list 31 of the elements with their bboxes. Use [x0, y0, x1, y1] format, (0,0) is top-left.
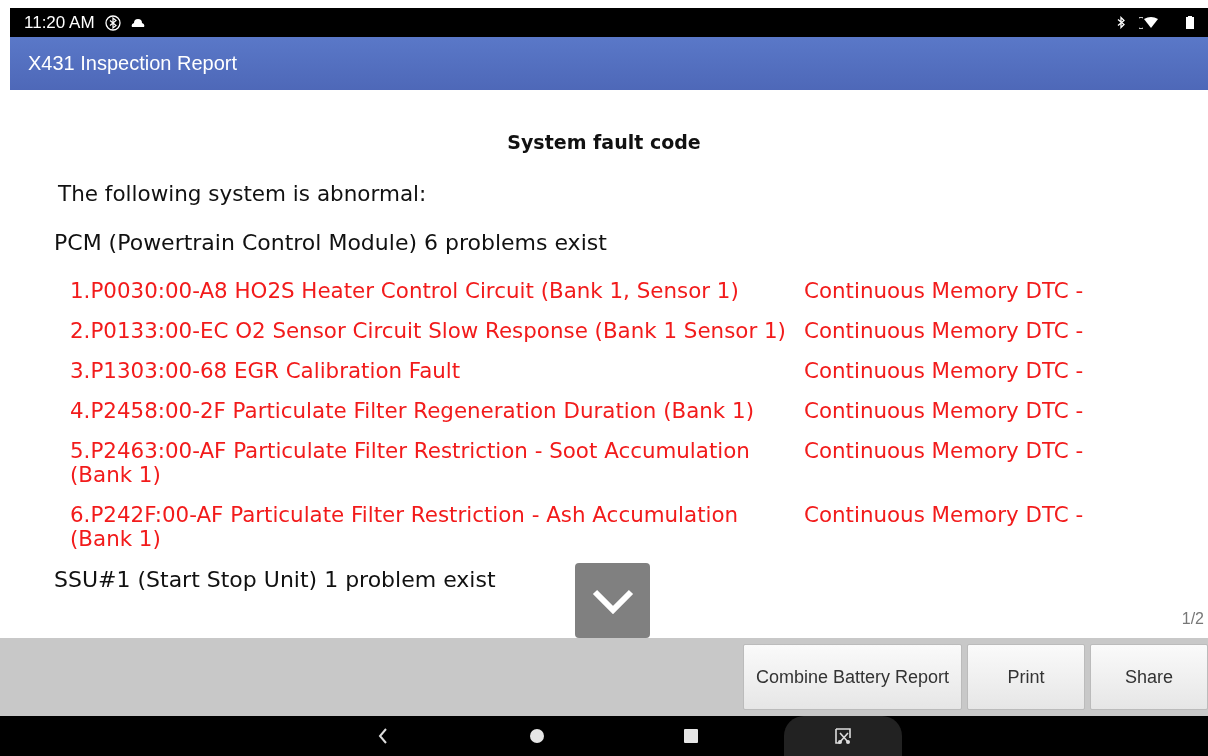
- bluetooth-icon: [104, 14, 121, 31]
- report-heading: System fault code: [507, 131, 701, 153]
- fault-code: 2.P0133:00-EC O2 Sensor Circuit Slow Response (Bank 1 Sensor 1): [70, 319, 787, 343]
- toolbar-button[interactable]: Print: [967, 644, 1085, 710]
- fault-status: Continuous Memory DTC -: [804, 439, 1085, 465]
- page-indicator: 1/2: [1181, 610, 1204, 628]
- fault-status: Continuous Memory DTC -: [804, 279, 1085, 303]
- chevron-down-icon: [590, 587, 635, 614]
- battery-icon: [1186, 16, 1194, 29]
- fault-code: 1.P0030:00-A8 HO2S Heater Control Circuit (Bank 1, Sensor 1): [70, 279, 740, 303]
- fault-status: Continuous Memory DTC -: [804, 359, 1085, 383]
- fault-status: Continuous Memory DTC -: [804, 503, 1085, 529]
- toolbar-button[interactable]: Share: [1090, 644, 1208, 710]
- screenshot-button[interactable]: [784, 716, 902, 756]
- intro-text: The following system is abnormal:: [58, 181, 427, 206]
- system-name: SSU#1 (Start Stop Unit) 1 problem exist: [54, 567, 496, 592]
- wifi-icon: [1136, 16, 1158, 29]
- fault-code: 4.P2458:00-2F Particulate Filter Regeneration Duration (Bank 1): [70, 399, 755, 423]
- bluetooth-icon: [1117, 16, 1126, 29]
- fault-code: 5.P2463:00-AF Particulate Filter Restriction - Soot Accumulation (Bank 1): [70, 439, 751, 487]
- scissors-icon: [834, 727, 852, 745]
- fault-code: 6.P242F:00-AF Particulate Filter Restriction - Ash Accumulation (Bank 1): [70, 503, 740, 551]
- fault-code: 3.P1303:00-68 EGR Calibration Fault: [70, 359, 462, 383]
- status-time: 11:20 AM: [24, 12, 95, 33]
- scroll-down-button[interactable]: [575, 563, 650, 638]
- fault-status: Continuous Memory DTC -: [804, 319, 1085, 343]
- system-name: PCM (Powertrain Control Module) 6 problems exist: [54, 230, 607, 255]
- toolbar-button[interactable]: Combine Battery Report: [742, 644, 962, 710]
- fault-status: Continuous Memory DTC -: [804, 399, 1085, 423]
- app-title: X431 Inspection Report: [28, 52, 238, 75]
- cloud-icon: [130, 18, 145, 27]
